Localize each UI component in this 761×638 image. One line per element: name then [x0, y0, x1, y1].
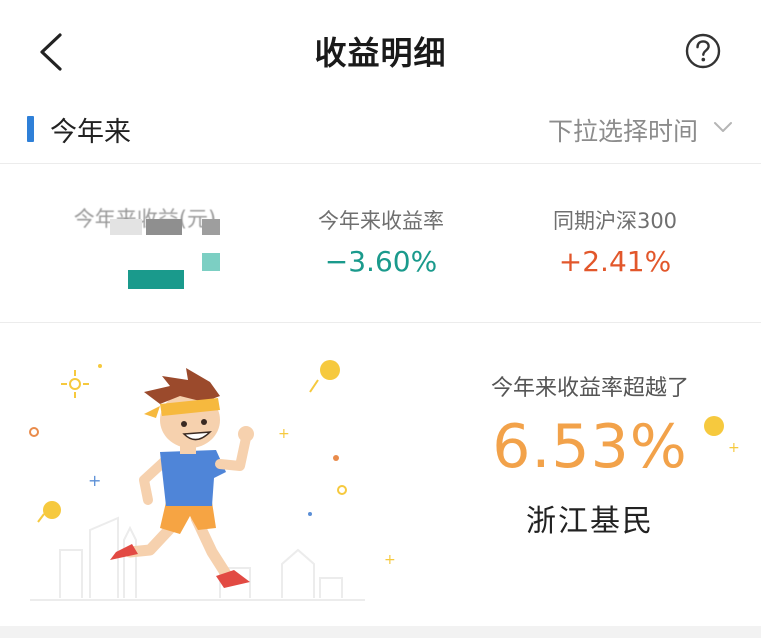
achievement-subject: 浙江基民	[526, 504, 654, 539]
stat-label-benchmark: 同期沪深300	[552, 209, 678, 233]
privacy-mask	[146, 219, 182, 235]
page-title: 收益明细	[314, 34, 447, 72]
period-selector[interactable]: 下拉选择时间	[548, 112, 698, 148]
section-accent-bar	[27, 116, 34, 142]
stat-label-return-rate: 今年来收益率	[318, 209, 444, 233]
chevron-down-icon[interactable]	[712, 118, 734, 136]
stat-value-benchmark: +2.41%	[558, 245, 672, 278]
privacy-mask	[128, 270, 184, 289]
stat-value-return-rate: −3.60%	[324, 245, 438, 278]
divider	[0, 163, 761, 164]
privacy-mask	[202, 253, 220, 271]
privacy-mask	[110, 219, 142, 235]
running-man-illustration: + + +	[29, 360, 396, 601]
achievement-text: 今年来收益率超越了	[490, 376, 689, 401]
period-label: 今年来	[50, 117, 131, 148]
bottom-divider	[0, 626, 761, 638]
achievement-percent: 6.53%	[492, 412, 688, 482]
svg-text:+: +	[278, 426, 290, 442]
svg-text:+: +	[88, 471, 101, 490]
divider	[0, 322, 761, 323]
svg-text:+: +	[384, 552, 396, 568]
help-icon[interactable]	[684, 32, 722, 70]
privacy-mask	[202, 219, 220, 235]
